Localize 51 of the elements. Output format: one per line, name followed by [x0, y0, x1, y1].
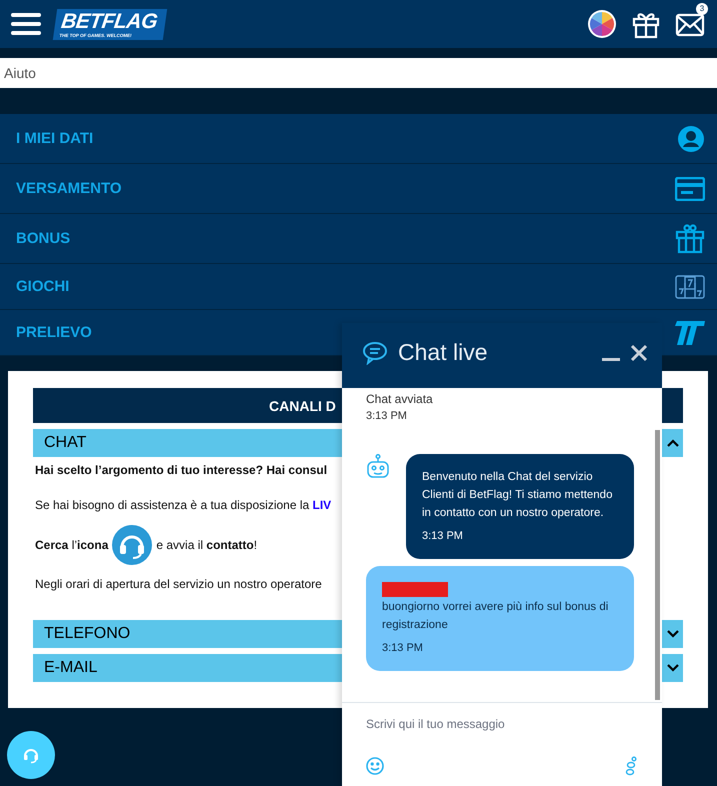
gift-icon — [675, 224, 705, 254]
card-icon — [675, 176, 705, 200]
menu-item-label: I MIEI DATI — [16, 130, 94, 147]
menu-item-label: BONUS — [16, 230, 70, 247]
accordion-header[interactable]: E-MAIL — [33, 654, 342, 682]
support-chat-button[interactable] — [7, 731, 55, 779]
headset-icon — [22, 746, 40, 764]
close-icon[interactable] — [630, 344, 648, 362]
menu-item[interactable]: GIOCHI — [0, 264, 717, 310]
accordion-label: CHAT — [44, 434, 86, 452]
robot-icon — [366, 454, 390, 480]
menu-item-label: VERSAMENTO — [16, 180, 122, 197]
instruction-text: Cerca l’icona — [35, 538, 108, 552]
live-chat-link[interactable]: LIV — [312, 498, 332, 512]
paragraph: Se hai bisogno di assistenza è a tua disposizione la LIV — [35, 498, 332, 512]
chat-status: Chat avviata — [366, 392, 434, 406]
menu-item-label: GIOCHI — [16, 278, 70, 295]
accordion-header[interactable]: TELEFONO — [33, 620, 342, 648]
message-text: Benvenuto nella Chat del servizio Clienti di BetFlag! Ti stiamo mettendo in contatto con un nostro operatore. — [422, 470, 614, 521]
menu-item[interactable]: BONUS — [0, 214, 717, 264]
accordion-toggle[interactable] — [662, 654, 683, 682]
user-icon — [677, 124, 705, 152]
menu-item-label: PRELIEVO — [16, 324, 92, 341]
logo-text: BETFLAG — [60, 10, 159, 32]
menu-item[interactable]: I MIEI DATI — [0, 114, 717, 164]
accordion-label: E-MAIL — [44, 659, 98, 677]
chat-title: Chat live — [398, 339, 488, 366]
tt-logo-icon — [673, 320, 705, 344]
accordion-label: TELEFONO — [44, 625, 130, 643]
message-time: 3:13 PM — [382, 641, 424, 656]
paragraph: Negli orari di apertura del servizio un nostro operatore — [35, 577, 323, 591]
instruction-text: e avvia il contatto! — [156, 538, 258, 552]
menu-icon[interactable] — [11, 13, 41, 35]
menu-item[interactable]: VERSAMENTO — [0, 164, 717, 214]
scrollbar[interactable] — [655, 430, 660, 700]
message-time: 3:13 PM — [422, 529, 464, 544]
chat-bubble-icon — [362, 340, 388, 364]
notification-badge: 3 — [696, 3, 708, 15]
accordion-header[interactable]: CHAT — [33, 429, 342, 457]
wheel-icon[interactable] — [587, 9, 617, 39]
mail-icon[interactable] — [675, 11, 705, 37]
paragraph: Hai scelto l’argomento di tuo interesse? Hai consul — [35, 463, 328, 477]
slot-machine-icon — [675, 274, 705, 298]
accordion-toggle[interactable] — [662, 429, 683, 457]
section-title: CANALI D — [269, 398, 336, 414]
headset-icon — [112, 525, 152, 565]
page-title: Aiuto — [4, 65, 36, 81]
message-time: 3:13 PM — [366, 410, 408, 422]
redaction-bar — [382, 582, 448, 597]
message-text: buongiorno vorrei avere più info sul bonus di registrazione — [382, 600, 610, 633]
accordion-toggle[interactable] — [662, 620, 683, 648]
